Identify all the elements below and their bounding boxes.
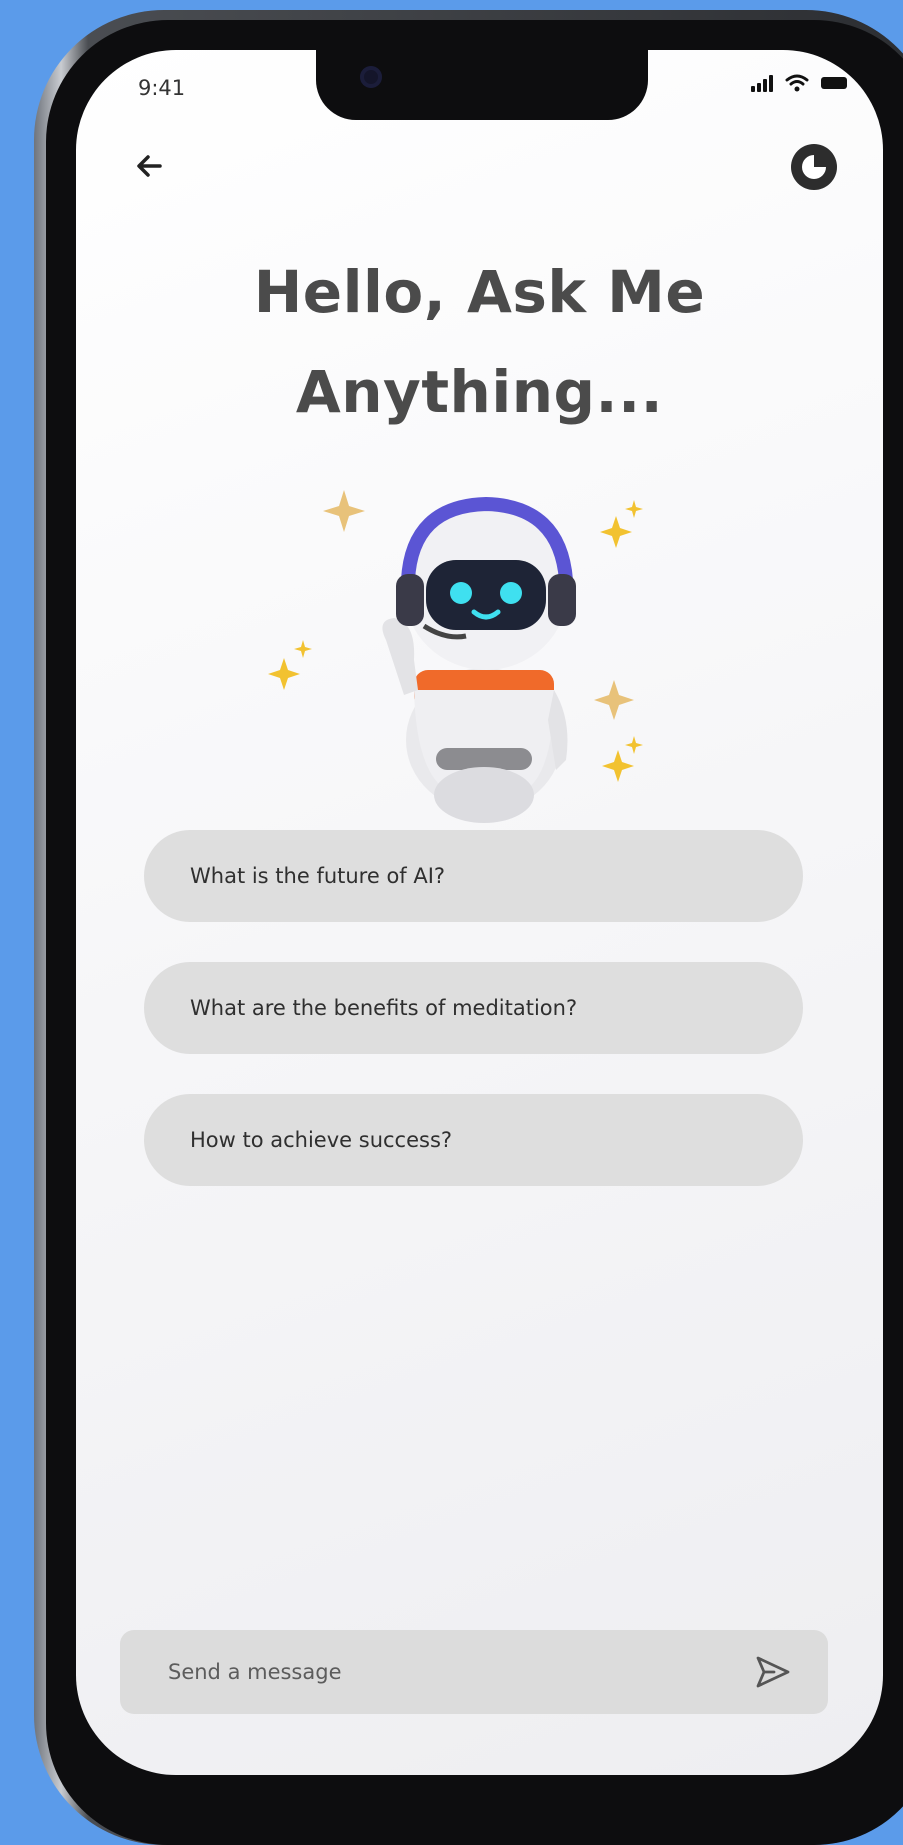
front-camera bbox=[360, 66, 382, 88]
send-icon bbox=[756, 1656, 790, 1688]
message-input[interactable] bbox=[166, 1659, 690, 1685]
suggestion-chip[interactable]: How to achieve success? bbox=[144, 1094, 803, 1186]
back-button[interactable] bbox=[130, 146, 178, 194]
suggestion-label: What are the benefits of meditation? bbox=[190, 996, 578, 1020]
suggestion-chip[interactable]: What are the benefits of meditation? bbox=[144, 962, 803, 1054]
title-line-1: Hello, Ask Me bbox=[253, 258, 706, 326]
theme-toggle-button[interactable] bbox=[785, 138, 843, 196]
suggestion-label: How to achieve success? bbox=[190, 1128, 453, 1152]
wifi-icon bbox=[785, 74, 809, 92]
suggestion-label: What is the future of AI? bbox=[190, 864, 446, 888]
theme-toggle-icon bbox=[791, 144, 837, 190]
message-composer bbox=[120, 1630, 828, 1714]
notch bbox=[316, 50, 648, 120]
suggestion-chip[interactable]: What is the future of AI? bbox=[144, 830, 803, 922]
battery-icon bbox=[821, 77, 847, 89]
send-button[interactable] bbox=[754, 1654, 792, 1690]
arrow-left-icon bbox=[137, 155, 162, 177]
signal-icon bbox=[751, 74, 773, 92]
status-icons bbox=[751, 74, 847, 92]
app-screen: 9:41 Hello, Ask Me Anything... What is t… bbox=[76, 50, 883, 1775]
page-title: Hello, Ask Me Anything... bbox=[76, 242, 883, 442]
status-time: 9:41 bbox=[138, 76, 186, 100]
title-line-2: Anything... bbox=[295, 358, 664, 426]
